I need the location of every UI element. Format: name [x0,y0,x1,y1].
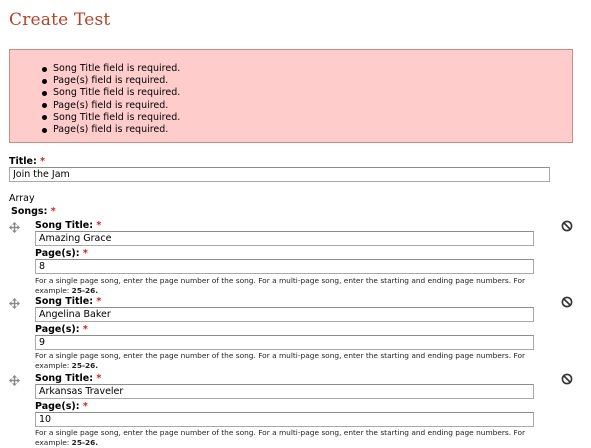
song-title-input[interactable] [35,307,534,322]
pages-input[interactable] [35,335,534,350]
songs-label: Songs: * [11,206,56,217]
pages-label-text: Page(s): [35,401,80,412]
song-title-label-text: Song Title: [35,296,94,307]
remove-circle-icon[interactable] [561,220,573,232]
pages-help-text: For a single page song, enter the page n… [35,428,535,448]
remove-circle-icon[interactable] [561,373,573,385]
title-label: Title: * [9,156,45,167]
song-title-label: Song Title: * [35,296,101,307]
pages-label: Page(s): * [35,248,88,259]
song-title-label-text: Song Title: [35,373,94,384]
help-text: For a single page song, enter the page n… [35,428,526,447]
error-summary: Song Title field is required. Page(s) fi… [9,49,573,143]
pages-input[interactable] [35,412,534,427]
pages-help-text: For a single page song, enter the page n… [35,276,535,296]
move-arrows-icon[interactable] [9,375,20,386]
required-mark: * [82,401,88,412]
pages-label-text: Page(s): [35,324,80,335]
pages-label: Page(s): * [35,324,88,335]
required-mark: * [50,206,56,217]
pages-input[interactable] [35,259,534,274]
help-text: For a single page song, enter the page n… [35,276,526,295]
help-example: 25-26. [71,286,99,295]
help-example: 25-26. [71,361,99,370]
remove-circle-icon[interactable] [561,296,573,308]
error-item: Song Title field is required. [42,63,180,75]
error-item: Page(s) field is required. [42,100,180,112]
songs-label-text: Songs: [11,206,48,217]
required-mark: * [96,220,102,231]
error-item: Song Title field is required. [42,87,180,99]
error-item: Page(s) field is required. [42,124,180,136]
song-title-label: Song Title: * [35,220,101,231]
page-title: Create Test [9,10,111,30]
song-title-label: Song Title: * [35,373,101,384]
array-text: Array [9,193,35,204]
title-label-text: Title: [9,156,37,167]
pages-label-text: Page(s): [35,248,80,259]
required-mark: * [40,156,46,167]
required-mark: * [96,296,102,307]
required-mark: * [82,248,88,259]
required-mark: * [82,324,88,335]
song-title-input[interactable] [35,384,534,399]
song-title-label-text: Song Title: [35,220,94,231]
help-text: For a single page song, enter the page n… [35,351,526,370]
required-mark: * [96,373,102,384]
move-arrows-icon[interactable] [9,222,20,233]
move-arrows-icon[interactable] [9,298,20,309]
pages-help-text: For a single page song, enter the page n… [35,351,535,371]
help-example: 25-26. [71,438,99,447]
title-input[interactable] [9,167,550,182]
error-item: Song Title field is required. [42,112,180,124]
song-title-input[interactable] [35,231,534,246]
error-item: Page(s) field is required. [42,75,180,87]
pages-label: Page(s): * [35,401,88,412]
error-list: Song Title field is required. Page(s) fi… [42,63,180,136]
